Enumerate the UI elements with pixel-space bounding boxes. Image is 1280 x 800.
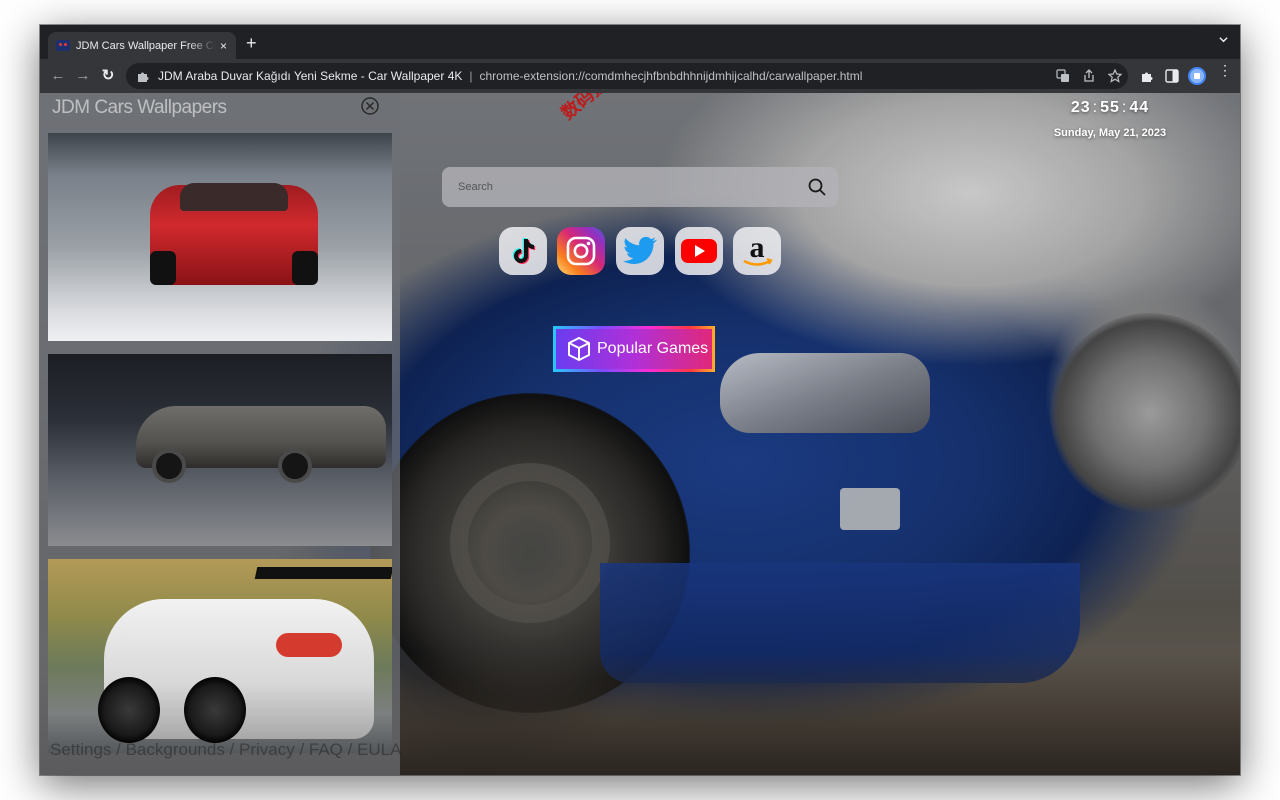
tiktok-icon — [512, 238, 536, 264]
tab-title: JDM Cars Wallpaper Free Chrome — [76, 39, 216, 52]
cube-icon — [568, 337, 590, 361]
omnibox-separator: | — [469, 69, 473, 83]
thumbnail-car-taillight — [276, 633, 342, 657]
shortcut-instagram[interactable] — [557, 227, 605, 275]
extensions-icon[interactable] — [1140, 69, 1154, 83]
shortcut-tiktok[interactable] — [499, 227, 547, 275]
instagram-icon — [566, 236, 596, 266]
popular-games-inner: Popular Games — [556, 329, 712, 369]
thumbnail-car-wheel — [278, 449, 312, 483]
wallpaper-thumbnail-240sx[interactable] — [48, 559, 392, 753]
reload-button[interactable]: ↻ — [98, 66, 118, 86]
browser-window: JDM Cars Wallpaper Free Chrome × + ← → ↻… — [40, 25, 1240, 775]
thumbnail-car-wing — [254, 567, 392, 579]
popular-games-label: Popular Games — [597, 340, 709, 357]
clock-separator: : — [1092, 99, 1099, 116]
wallpaper-thumbnail-skyline[interactable] — [48, 354, 392, 546]
thumbnail-car-window — [180, 183, 288, 211]
clock-separator: : — [1121, 99, 1128, 116]
profile-avatar[interactable] — [1188, 67, 1206, 85]
wallpaper-panel: JDM Cars Wallpapers Settings / Backgroun… — [40, 93, 401, 775]
tab-close-icon[interactable]: × — [220, 39, 227, 53]
youtube-icon — [681, 239, 717, 263]
bookmark-star-icon[interactable] — [1108, 69, 1122, 83]
thumbnail-car-wheel — [98, 677, 160, 743]
back-button[interactable]: ← — [48, 66, 68, 86]
browser-tab[interactable]: JDM Cars Wallpaper Free Chrome × — [48, 32, 236, 59]
toolbar: ← → ↻ JDM Araba Duvar Kağıdı Yeni Sekme … — [40, 59, 1240, 93]
thumbnail-car-wheel — [150, 251, 176, 285]
thumbnail-car-wheel — [292, 251, 318, 285]
thumbnail-car-wheel — [184, 677, 246, 743]
translate-icon[interactable] — [1056, 69, 1070, 83]
shortcut-twitter[interactable] — [616, 227, 664, 275]
twitter-icon — [623, 236, 657, 264]
forward-button[interactable]: → — [73, 66, 93, 86]
wallpaper-thumbnail-supra[interactable] — [48, 133, 392, 341]
tab-favicon-icon — [56, 40, 70, 51]
address-bar[interactable]: JDM Araba Duvar Kağıdı Yeni Sekme - Car … — [126, 63, 1128, 89]
search-input[interactable] — [458, 167, 788, 207]
thumbnail-car-wheel — [152, 449, 186, 483]
amazon-icon: a — [743, 231, 773, 266]
extension-puzzle-icon — [138, 72, 149, 82]
page-title-chip: JDM Araba Duvar Kağıdı Yeni Sekme - Car … — [158, 69, 463, 83]
new-tab-button[interactable]: + — [246, 34, 257, 52]
browser-menu-button[interactable]: ⋮ — [1218, 63, 1232, 77]
shortcut-amazon[interactable]: a — [733, 227, 781, 275]
tab-search-chevron-icon[interactable] — [1219, 35, 1228, 44]
popular-games-button[interactable]: Popular Games — [553, 326, 715, 372]
tab-strip: JDM Cars Wallpaper Free Chrome × + — [40, 25, 1240, 59]
date-label: Sunday, May 21, 2023 — [1053, 127, 1167, 139]
clock-seconds: 44 — [1129, 99, 1150, 116]
side-panel-icon[interactable] — [1165, 69, 1179, 83]
new-tab-page: 数码技巧 techcc JDM Cars Wallpapers — [40, 93, 1240, 775]
clock: 23:55:44 — [1070, 99, 1150, 117]
search-icon[interactable] — [808, 178, 826, 196]
search-box — [442, 167, 838, 207]
clock-hours: 23 — [1070, 99, 1091, 116]
panel-footer-links[interactable]: Settings / Backgrounds / Privacy / FAQ /… — [50, 740, 401, 760]
close-icon[interactable] — [360, 96, 380, 116]
panel-title: JDM Cars Wallpapers — [52, 97, 227, 118]
clock-minutes: 55 — [1100, 99, 1120, 116]
shortcut-youtube[interactable] — [675, 227, 723, 275]
url-text[interactable]: chrome-extension://comdmhecjhfbnbdhhnijd… — [480, 69, 863, 83]
svg-text:a: a — [750, 231, 765, 264]
share-icon[interactable] — [1082, 69, 1096, 83]
